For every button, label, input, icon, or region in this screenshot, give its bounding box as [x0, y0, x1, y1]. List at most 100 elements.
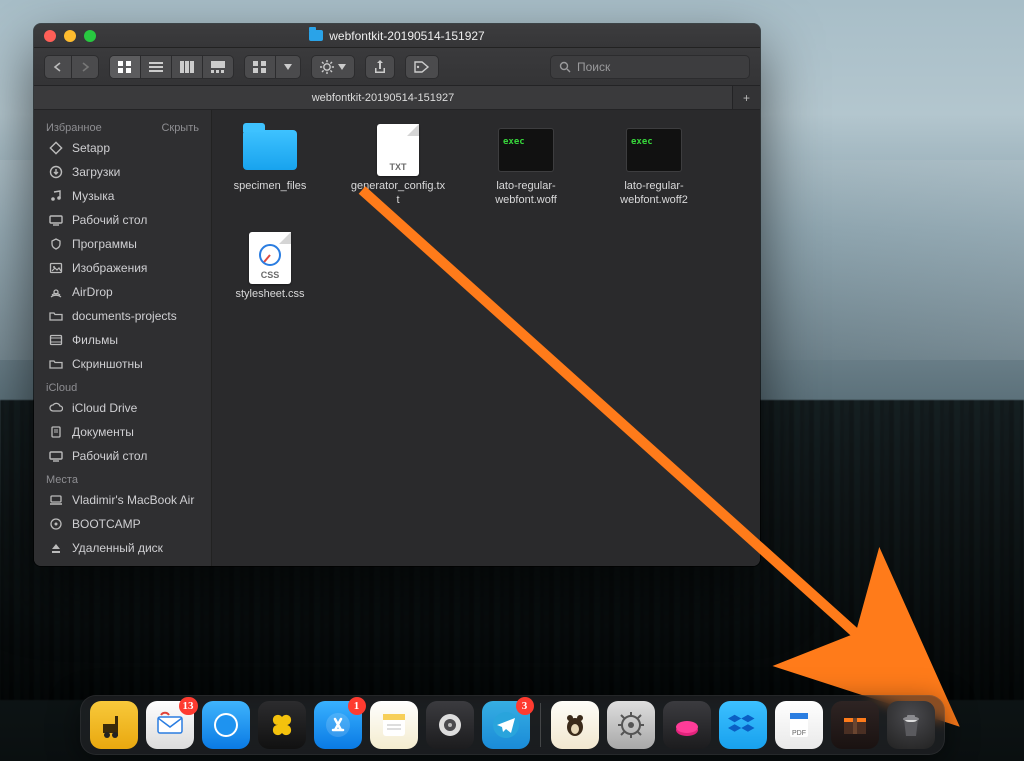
dock-appstore[interactable]: 1 — [314, 701, 362, 749]
view-mode-segment[interactable] — [109, 55, 234, 79]
txt-file-icon: TXT — [377, 124, 419, 176]
window-title: webfontkit-20190514-151927 — [329, 29, 484, 43]
dock-mail[interactable]: 13 — [146, 701, 194, 749]
exec-file-icon: exec — [498, 128, 554, 172]
dock-daw[interactable] — [426, 701, 474, 749]
sidebar-item-label: Удаленный диск — [72, 541, 163, 555]
sidebar-item[interactable]: Документы — [34, 420, 211, 444]
dock-safari[interactable] — [202, 701, 250, 749]
sidebar-item-label: Фильмы — [72, 333, 118, 347]
finder-sidebar: Избранное Скрыть Setapp Загрузки Музыка Рабоч… — [34, 110, 212, 566]
sidebar-item[interactable]: Setapp — [34, 136, 211, 160]
sidebar-item-label: Vladimir's MacBook Air — [72, 493, 194, 507]
nav-back-forward[interactable] — [44, 55, 99, 79]
file-item[interactable]: specimen_files — [222, 124, 318, 208]
images-icon — [48, 260, 64, 276]
dock-dropbox[interactable] — [719, 701, 767, 749]
svg-text:PDF: PDF — [792, 730, 806, 737]
sidebar-item[interactable]: Рабочий стол — [34, 444, 211, 468]
sidebar-item[interactable]: Музыка — [34, 184, 211, 208]
movies-icon — [48, 332, 64, 348]
sidebar-item-label: Документы — [72, 425, 134, 439]
finder-window: webfontkit-20190514-151927 — [34, 24, 760, 566]
dock-pdf[interactable]: PDF — [775, 701, 823, 749]
finder-content[interactable]: specimen_files TXTgenerator_config.txt exe… — [212, 110, 760, 566]
apps-icon — [48, 236, 64, 252]
tab-active[interactable]: webfontkit-20190514-151927 — [34, 86, 732, 109]
folder-icon — [243, 130, 297, 170]
sidebar-item-label: Рабочий стол — [72, 449, 147, 463]
sidebar-hide-link[interactable]: Скрыть — [161, 122, 199, 134]
group-by[interactable] — [244, 55, 301, 79]
sidebar-item[interactable]: BOOTCAMP — [34, 512, 211, 536]
dock-telegram[interactable]: 3 — [482, 701, 530, 749]
sidebar-item[interactable]: Удаленный диск — [34, 536, 211, 560]
dock-bear[interactable] — [551, 701, 599, 749]
window-minimize-button[interactable] — [64, 30, 76, 42]
folder-icon — [309, 30, 323, 41]
window-maximize-button[interactable] — [84, 30, 96, 42]
sidebar-item[interactable]: Программы — [34, 232, 211, 256]
dock-cleaner[interactable] — [663, 701, 711, 749]
dock-trash[interactable] — [887, 701, 935, 749]
view-list[interactable] — [141, 56, 172, 78]
sidebar-section-title: Избранное — [46, 122, 102, 134]
sidebar-item[interactable]: Фильмы — [34, 328, 211, 352]
sidebar-section-title: Места — [46, 474, 78, 486]
sidebar-item-label: Музыка — [72, 189, 114, 203]
gear-icon — [320, 60, 334, 74]
file-item[interactable]: execlato-regular-webfont.woff2 — [606, 124, 702, 208]
window-titlebar[interactable]: webfontkit-20190514-151927 — [34, 24, 760, 48]
view-gallery[interactable] — [203, 56, 233, 78]
action-menu[interactable] — [311, 55, 355, 79]
sidebar-item[interactable]: Рабочий стол — [34, 208, 211, 232]
sidebar-item[interactable]: Изображения — [34, 256, 211, 280]
file-label: stylesheet.css — [235, 288, 304, 302]
folder-icon — [48, 356, 64, 372]
tags-button[interactable] — [405, 55, 439, 79]
tag-icon — [414, 61, 430, 73]
sidebar-item[interactable]: Загрузки — [34, 160, 211, 184]
sidebar-item-label: iCloud Drive — [72, 401, 137, 415]
tab-add-button[interactable]: + — [732, 86, 760, 109]
desktop-icon — [48, 448, 64, 464]
icloud-icon — [48, 400, 64, 416]
laptop-icon — [48, 492, 64, 508]
file-item[interactable]: CSSstylesheet.css — [222, 232, 318, 302]
disk-icon — [48, 516, 64, 532]
file-item[interactable]: execlato-regular-webfont.woff — [478, 124, 574, 208]
sidebar-item[interactable]: documents-projects — [34, 304, 211, 328]
view-icon-grid[interactable] — [110, 56, 141, 78]
dock-notes[interactable] — [370, 701, 418, 749]
share-button[interactable] — [365, 55, 395, 79]
sidebar-item-label: Изображения — [72, 261, 147, 275]
airdrop-icon — [48, 284, 64, 300]
finder-toolbar: Поиск — [34, 48, 760, 86]
share-icon — [374, 60, 386, 74]
tab-bar: webfontkit-20190514-151927 + — [34, 86, 760, 110]
window-close-button[interactable] — [44, 30, 56, 42]
search-input[interactable]: Поиск — [550, 55, 750, 79]
badge: 13 — [179, 697, 198, 715]
dock-forklift[interactable] — [90, 701, 138, 749]
sidebar-item[interactable]: iCloud Drive — [34, 396, 211, 420]
sidebar-item-label: Setapp — [72, 141, 110, 155]
docs-icon — [48, 424, 64, 440]
dock-pkg[interactable] — [831, 701, 879, 749]
file-item[interactable]: TXTgenerator_config.txt — [350, 124, 446, 208]
search-placeholder: Поиск — [577, 60, 610, 74]
dock-settings[interactable] — [607, 701, 655, 749]
sidebar-item-label: BOOTCAMP — [72, 517, 141, 531]
dock-separator — [540, 703, 541, 747]
exec-file-icon: exec — [626, 128, 682, 172]
music-icon — [48, 188, 64, 204]
sidebar-item-label: Скриншотны — [72, 357, 143, 371]
badge: 3 — [516, 697, 534, 715]
sidebar-item[interactable]: Vladimir's MacBook Air — [34, 488, 211, 512]
sidebar-item[interactable]: AirDrop — [34, 280, 211, 304]
eject-icon — [48, 540, 64, 556]
sidebar-item[interactable]: Скриншотны — [34, 352, 211, 376]
file-label: specimen_files — [234, 180, 307, 194]
dock-butterfly[interactable] — [258, 701, 306, 749]
view-columns[interactable] — [172, 56, 203, 78]
